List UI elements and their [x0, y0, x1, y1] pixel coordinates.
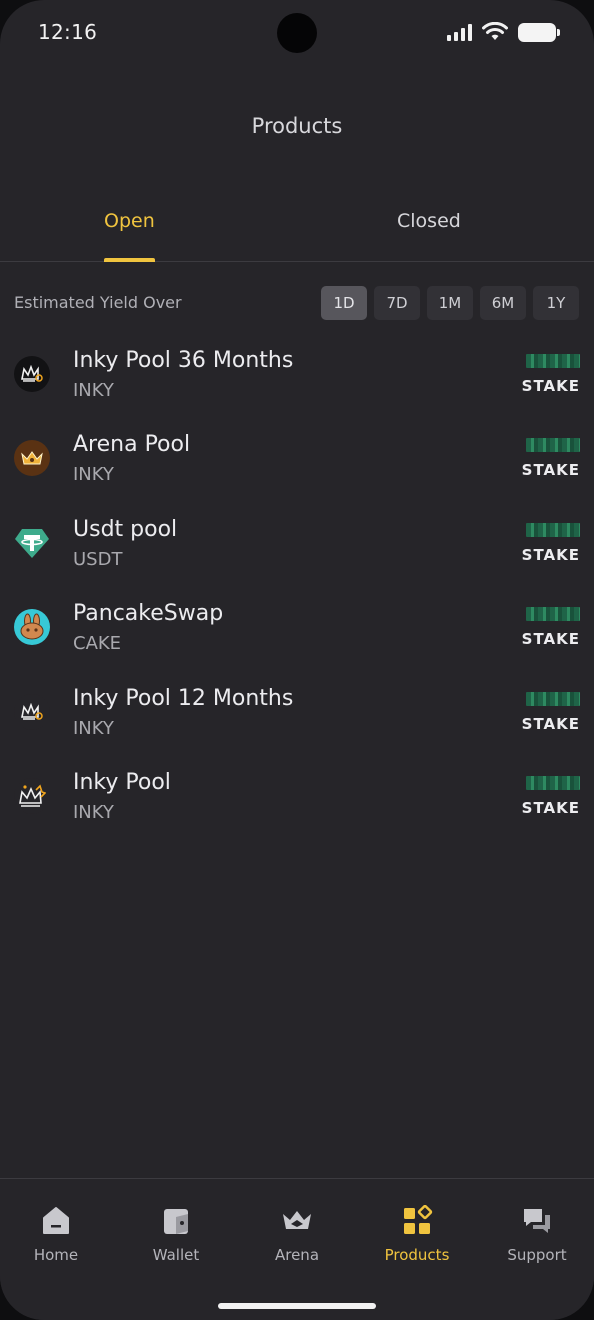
product-token: CAKE	[73, 633, 122, 655]
arena-icon	[283, 1211, 311, 1229]
chat-icon	[524, 1209, 550, 1233]
products-grid-icon	[404, 1205, 433, 1234]
product-token: INKY	[73, 380, 114, 401]
product-row-inky-pool-12-months[interactable]: Inky Pool 12 Months INKY STAKE	[0, 678, 594, 762]
inky-crown-icon	[14, 356, 50, 392]
status-icons	[447, 22, 560, 42]
product-row-inky-pool-36-months[interactable]: Inky Pool 36 Months INKY STAKE	[0, 340, 594, 424]
nav-arena[interactable]: Arena	[238, 1205, 356, 1264]
tab-open[interactable]: Open	[104, 210, 155, 232]
product-name: PancakeSwap	[73, 601, 224, 627]
stake-button[interactable]: STAKE	[522, 799, 580, 817]
period-7d-button[interactable]: 7D	[374, 286, 420, 320]
inky-crown-icon	[14, 693, 50, 730]
nav-products[interactable]: Products	[358, 1205, 476, 1264]
stake-button[interactable]: STAKE	[522, 461, 580, 479]
nav-arena-label: Arena	[274, 1246, 320, 1264]
product-name: Inky Pool 12 Months	[73, 685, 294, 711]
nav-support-label: Support	[507, 1246, 567, 1264]
yield-value-redacted	[526, 691, 580, 706]
nav-wallet[interactable]: Wallet	[117, 1205, 235, 1264]
home-icon	[43, 1207, 69, 1234]
product-token: INKY	[73, 464, 114, 486]
product-row-inky-pool[interactable]: Inky Pool INKY STAKE	[0, 762, 594, 846]
nav-home-label: Home	[33, 1246, 79, 1264]
product-row-usdt-pool[interactable]: Usdt pool USDT STAKE	[0, 509, 594, 593]
period-1y-button[interactable]: 1Y	[533, 286, 579, 320]
product-token: USDT	[73, 548, 123, 570]
product-name: Usdt pool	[73, 516, 178, 542]
stake-button[interactable]: STAKE	[522, 630, 580, 648]
yield-period-selector: 1D 7D 1M 6M 1Y	[321, 286, 579, 320]
yield-value-redacted	[526, 522, 580, 537]
bottom-navigation: Home Wallet Arena Products Support	[0, 1178, 594, 1320]
wifi-icon	[482, 22, 508, 40]
product-list: Inky Pool 36 Months INKY STAKE Arena Poo…	[0, 340, 594, 846]
home-indicator-bar[interactable]	[218, 1303, 376, 1309]
nav-products-label: Products	[384, 1246, 450, 1264]
nav-support[interactable]: Support	[478, 1205, 594, 1264]
status-time: 12:16	[38, 20, 98, 44]
yield-value-redacted	[526, 354, 580, 368]
tab-bar: Open Closed	[0, 196, 594, 262]
tether-icon	[14, 525, 50, 561]
yield-value-redacted	[526, 775, 580, 790]
product-name: Arena Pool	[73, 432, 191, 458]
product-name: Inky Pool 36 Months	[73, 348, 294, 373]
product-token: INKY	[73, 801, 114, 823]
stake-button[interactable]: STAKE	[522, 546, 580, 564]
pancakeswap-bunny-icon	[14, 609, 50, 646]
page-title: Products	[251, 114, 343, 138]
arena-crown-icon	[14, 440, 50, 477]
active-tab-indicator	[104, 258, 155, 262]
period-1d-button[interactable]: 1D	[321, 286, 367, 320]
phone-screen: 12:16 Products Open Closed Estimated Yie…	[0, 0, 594, 1320]
product-row-pancakeswap[interactable]: PancakeSwap CAKE STAKE	[0, 593, 594, 677]
battery-icon	[518, 22, 560, 42]
stake-button[interactable]: STAKE	[522, 715, 580, 733]
front-camera	[277, 13, 317, 53]
tab-closed[interactable]: Closed	[397, 210, 461, 232]
product-name: Inky Pool	[73, 769, 171, 795]
product-token: INKY	[73, 717, 114, 739]
wallet-icon	[164, 1209, 188, 1234]
stake-button[interactable]: STAKE	[522, 377, 580, 395]
estimated-yield-label: Estimated Yield Over	[14, 293, 182, 312]
nav-wallet-label: Wallet	[152, 1246, 200, 1264]
yield-value-redacted	[526, 607, 580, 622]
nav-home[interactable]: Home	[0, 1205, 115, 1264]
status-bar: 12:16	[0, 0, 594, 66]
product-row-arena-pool[interactable]: Arena Pool INKY STAKE	[0, 424, 594, 508]
period-6m-button[interactable]: 6M	[480, 286, 526, 320]
cellular-signal-icon	[447, 23, 472, 41]
period-1m-button[interactable]: 1M	[427, 286, 473, 320]
inky-crown-icon	[14, 777, 50, 814]
yield-value-redacted	[526, 438, 580, 453]
